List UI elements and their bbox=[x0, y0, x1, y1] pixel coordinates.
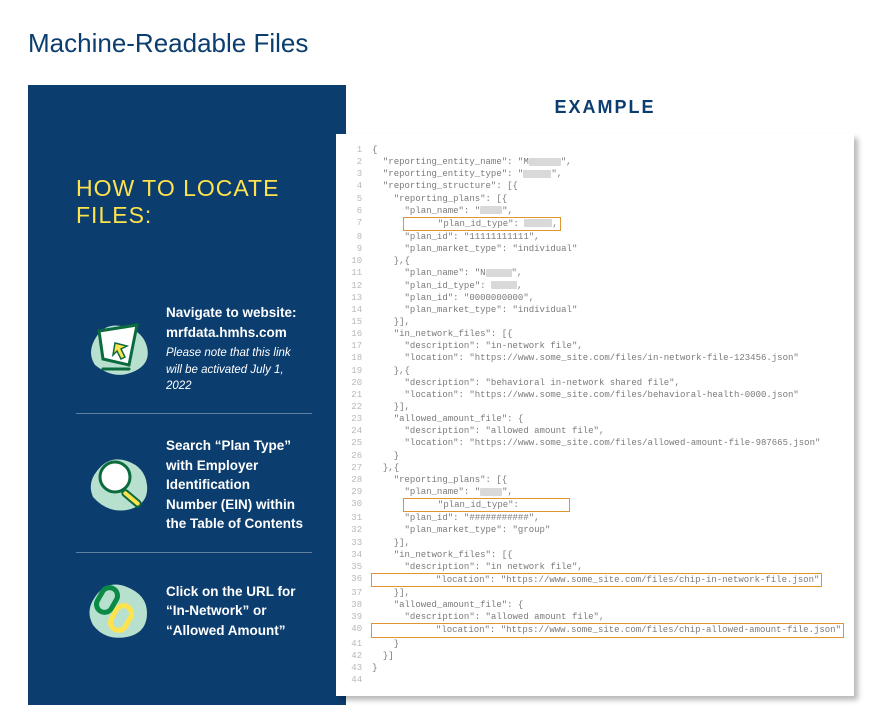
code-l33: }], bbox=[372, 537, 410, 549]
code-l31: "plan_id": "###########", bbox=[372, 512, 539, 524]
code-l6: "plan_name": "", bbox=[372, 205, 513, 217]
code-l15: }], bbox=[372, 316, 410, 328]
code-l44 bbox=[372, 674, 377, 686]
code-l43: } bbox=[372, 662, 377, 674]
code-l42: }] bbox=[372, 650, 394, 662]
highlight-plan-id-type-2: "plan_id_type": bbox=[403, 498, 570, 512]
step-search: Search “Plan Type” with Employer Identif… bbox=[76, 418, 312, 553]
highlight-plan-id-type-1: "plan_id_type": , bbox=[403, 217, 561, 231]
step-click-text: Click on the URL for “In-Network” or “Al… bbox=[166, 582, 312, 641]
step-navigate-note: Please note that this link will be activ… bbox=[166, 345, 304, 395]
code-l20: "description": "behavioral in-network sh… bbox=[372, 377, 680, 389]
content-columns: HOW TO LOCATE FILES: Navigate to website… bbox=[28, 85, 864, 705]
highlight-allowed-amount-url: "location": "https://www.some_site.com/f… bbox=[371, 623, 844, 637]
code-l3: "reporting_entity_type": "", bbox=[372, 168, 562, 180]
code-l37: }], bbox=[372, 587, 410, 599]
highlight-in-network-url: "location": "https://www.some_site.com/f… bbox=[371, 573, 823, 587]
code-l25: "location": "https://www.some_site.com/f… bbox=[372, 437, 820, 449]
magnifier-icon bbox=[76, 449, 166, 521]
code-l9: "plan_market_type": "individual" bbox=[372, 243, 577, 255]
code-l1: { bbox=[372, 144, 377, 156]
code-l10: },{ bbox=[372, 255, 410, 267]
step-navigate: Navigate to website: mrfdata.hmhs.com Pl… bbox=[76, 285, 312, 414]
example-code-card: 1{ 2 "reporting_entity_name": "M", 3 "re… bbox=[336, 134, 854, 696]
link-chain-icon bbox=[76, 575, 166, 647]
code-l12: "plan_id_type": , bbox=[372, 280, 522, 292]
code-l41: } bbox=[372, 638, 399, 650]
code-l27: },{ bbox=[372, 462, 399, 474]
step-search-bold: Search “Plan Type” with Employer Identif… bbox=[166, 438, 303, 531]
code-l39: "description": "allowed amount file", bbox=[372, 611, 604, 623]
example-heading: EXAMPLE bbox=[346, 97, 864, 118]
code-l4: "reporting_structure": [{ bbox=[372, 180, 518, 192]
step-navigate-bold: Navigate to website: mrfdata.hmhs.com bbox=[166, 305, 297, 340]
code-l13: "plan_id": "0000000000", bbox=[372, 292, 534, 304]
code-l23: "allowed_amount_file": { bbox=[372, 413, 523, 425]
code-l28: "reporting_plans": [{ bbox=[372, 474, 507, 486]
code-l22: }], bbox=[372, 401, 410, 413]
code-l29: "plan_name": "", bbox=[372, 486, 513, 498]
code-l32: "plan_market_type": "group" bbox=[372, 524, 550, 536]
step-click-bold: Click on the URL for “In-Network” or “Al… bbox=[166, 584, 296, 638]
code-l34: "in_network_files": [{ bbox=[372, 549, 512, 561]
code-l11: "plan_name": "N", bbox=[372, 267, 522, 279]
code-l5: "reporting_plans": [{ bbox=[372, 193, 507, 205]
code-l24: "description": "allowed amount file", bbox=[372, 425, 604, 437]
code-l8: "plan_id": "11111111111", bbox=[372, 231, 539, 243]
step-navigate-text: Navigate to website: mrfdata.hmhs.com Pl… bbox=[166, 303, 312, 395]
code-l18: "location": "https://www.some_site.com/f… bbox=[372, 352, 799, 364]
step-click-url: Click on the URL for “In-Network” or “Al… bbox=[76, 557, 312, 665]
code-l17: "description": "in-network file", bbox=[372, 340, 583, 352]
how-to-heading: HOW TO LOCATE FILES: bbox=[76, 175, 312, 229]
code-l35: "description": "in network file", bbox=[372, 561, 583, 573]
code-l16: "in_network_files": [{ bbox=[372, 328, 512, 340]
code-l21: "location": "https://www.some_site.com/f… bbox=[372, 389, 799, 401]
page-title: Machine-Readable Files bbox=[28, 28, 864, 59]
code-l26: } bbox=[372, 450, 399, 462]
code-l2: "reporting_entity_name": "M", bbox=[372, 156, 571, 168]
code-l14: "plan_market_type": "individual" bbox=[372, 304, 577, 316]
pointer-monitor-icon bbox=[76, 313, 166, 385]
code-l19: },{ bbox=[372, 365, 410, 377]
example-panel: EXAMPLE 1{ 2 "reporting_entity_name": "M… bbox=[346, 85, 864, 696]
code-l38: "allowed_amount_file": { bbox=[372, 599, 523, 611]
instructions-panel: HOW TO LOCATE FILES: Navigate to website… bbox=[28, 85, 346, 705]
step-search-text: Search “Plan Type” with Employer Identif… bbox=[166, 436, 312, 534]
